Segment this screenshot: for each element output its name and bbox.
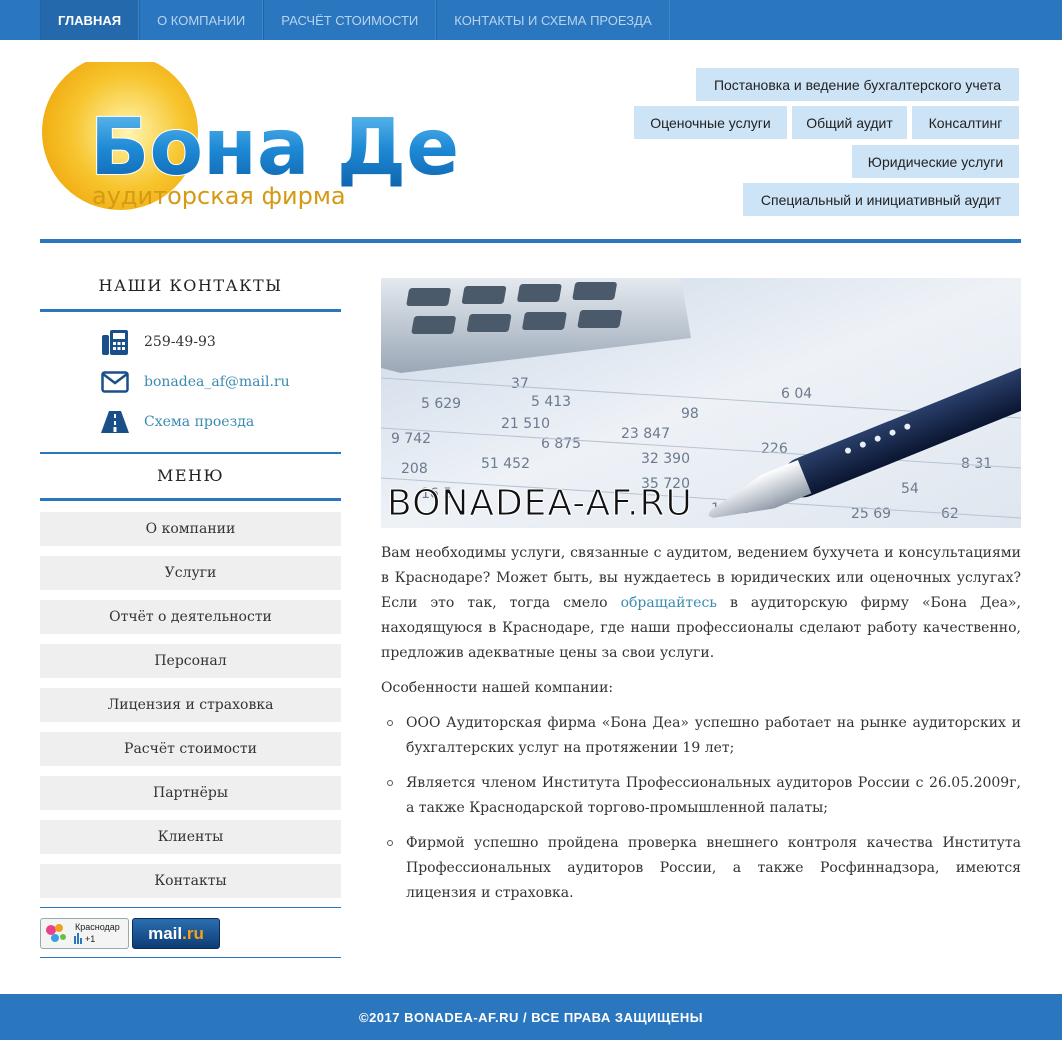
hero-image: 5 629 37 5 413 9 742 21 510 6 875 208 51 452 2… <box>381 278 1021 528</box>
divider <box>40 907 341 908</box>
list-item: Фирмой успешно пройдена проверка внешнег… <box>387 831 1021 906</box>
mailru-text: mail <box>148 923 183 943</box>
service-general-audit[interactable]: Общий аудит <box>792 106 907 139</box>
divider <box>40 452 341 454</box>
logo-subtitle: аудиторская фирма <box>92 182 346 210</box>
divider <box>40 498 341 501</box>
svg-text:8 31: 8 31 <box>961 456 992 472</box>
features-list: ООО Аудиторская фирма «Бона Деа» успешно… <box>381 711 1021 906</box>
features-title: Особенности нашей компании: <box>381 680 614 696</box>
svg-text:23 847: 23 847 <box>621 426 670 442</box>
counter-city: Краснодар <box>75 922 120 932</box>
contact-phone: 259-49-93 <box>100 327 216 357</box>
top-navigation: ГЛАВНАЯ О КОМПАНИИ РАСЧЁТ СТОИМОСТИ КОНТ… <box>0 0 1062 40</box>
menu-title: МЕНЮ <box>156 466 225 485</box>
nav-contacts[interactable]: КОНТАКТЫ И СХЕМА ПРОЕЗДА <box>436 0 670 40</box>
svg-text:37: 37 <box>511 376 529 392</box>
service-special-audit[interactable]: Специальный и инициативный аудит <box>743 183 1019 216</box>
intro-paragraph: Вам необходимы услуги, связанные с аудит… <box>381 541 1021 666</box>
svg-text:208: 208 <box>401 461 428 477</box>
divider <box>40 957 341 958</box>
svg-text:9 742: 9 742 <box>391 431 431 447</box>
svg-text:51 452: 51 452 <box>481 456 530 472</box>
menu-item-license[interactable]: Лицензия и страховка <box>40 688 341 722</box>
phone-number: 259-49-93 <box>144 334 216 350</box>
menu-item-about[interactable]: О компании <box>40 512 341 546</box>
svg-text:54: 54 <box>901 481 919 497</box>
menu-item-staff[interactable]: Персонал <box>40 644 341 678</box>
nav-home[interactable]: ГЛАВНАЯ <box>40 0 140 40</box>
svg-text:5 629: 5 629 <box>421 396 461 412</box>
envelope-icon <box>100 367 130 397</box>
site-logo[interactable]: Бона Деа аудиторская фирма <box>40 62 460 214</box>
mailru-domain: .ru <box>182 923 204 943</box>
svg-text:21 510: 21 510 <box>501 416 550 432</box>
footer: ©2017 BONADEA-AF.RU / ВСЕ ПРАВА ЗАЩИЩЕНЫ <box>0 994 1062 1040</box>
service-accounting[interactable]: Постановка и ведение бухгалтерского учет… <box>696 68 1019 101</box>
service-legal[interactable]: Юридические услуги <box>852 145 1019 178</box>
menu-item-services[interactable]: Услуги <box>40 556 341 590</box>
krasnodar-counter-badge[interactable]: Краснодар +1 <box>40 918 129 949</box>
svg-text:6 04: 6 04 <box>781 386 812 402</box>
email-link[interactable]: bonadea_af@mail.ru <box>144 374 290 390</box>
contact-email: bonadea_af@mail.ru <box>100 367 290 397</box>
directions-link[interactable]: Схема проезда <box>144 414 254 430</box>
mailru-counter-badge[interactable]: mail .ru <box>132 918 220 949</box>
service-consulting[interactable]: Консалтинг <box>912 106 1019 139</box>
copyright-text: ©2017 BONADEA-AF.RU / ВСЕ ПРАВА ЗАЩИЩЕНЫ <box>359 1009 703 1025</box>
contact-directions: Схема проезда <box>100 407 254 437</box>
menu-item-contacts[interactable]: Контакты <box>40 864 341 898</box>
menu-item-clients[interactable]: Клиенты <box>40 820 341 854</box>
main-content: Вам необходимы услуги, связанные с аудит… <box>381 541 1021 916</box>
contact-us-link[interactable]: обращайтесь <box>621 595 717 611</box>
nav-pricing[interactable]: РАСЧЁТ СТОИМОСТИ <box>263 0 437 40</box>
svg-text:5 413: 5 413 <box>531 394 571 410</box>
road-icon <box>100 407 130 437</box>
menu-item-report[interactable]: Отчёт о деятельности <box>40 600 341 634</box>
contacts-title: НАШИ КОНТАКТЫ <box>98 276 283 295</box>
counter-value: +1 <box>85 934 96 944</box>
header-divider <box>40 239 1021 243</box>
service-valuation[interactable]: Оценочные услуги <box>634 106 787 139</box>
list-item: ООО Аудиторская фирма «Бона Деа» успешно… <box>387 711 1021 761</box>
logo-name: Бона Деа <box>90 103 460 193</box>
phone-fax-icon <box>100 327 130 357</box>
svg-text:32 390: 32 390 <box>641 451 690 467</box>
svg-text:98: 98 <box>681 406 699 422</box>
list-item: Является членом Института Профессиональн… <box>387 771 1021 821</box>
hero-caption: BONADEA-AF.RU <box>387 483 693 525</box>
divider <box>40 309 341 312</box>
svg-text:226: 226 <box>761 441 788 457</box>
menu-item-partners[interactable]: Партнёры <box>40 776 341 810</box>
nav-about[interactable]: О КОМПАНИИ <box>139 0 264 40</box>
menu-item-pricing[interactable]: Расчёт стоимости <box>40 732 341 766</box>
